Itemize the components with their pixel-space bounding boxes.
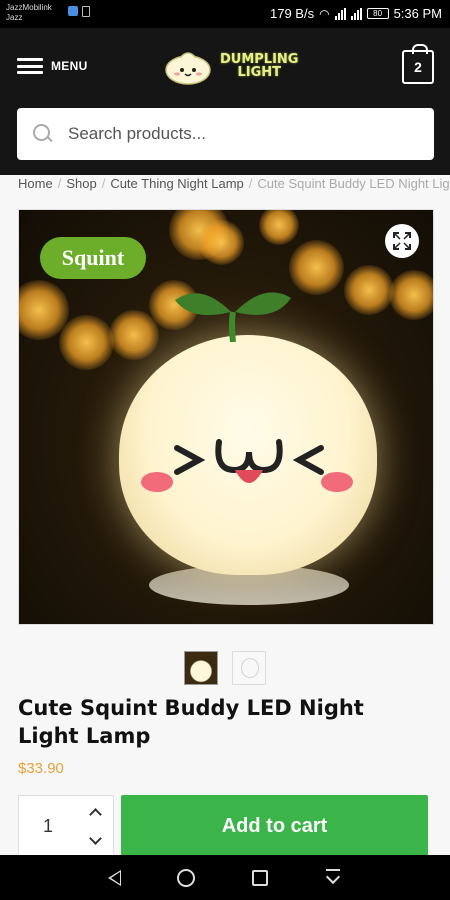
cart-button[interactable]: 2	[402, 44, 434, 84]
wifi-icon: ◠	[319, 6, 330, 21]
back-icon[interactable]	[108, 869, 122, 886]
logo-text: DUMPLING LIGHT	[220, 53, 298, 79]
thumbnail-1[interactable]	[184, 651, 218, 685]
notification-pull-icon[interactable]	[324, 868, 342, 887]
quantity-down-icon[interactable]	[88, 831, 102, 845]
notification-icons	[68, 6, 90, 17]
bokeh-light	[389, 270, 433, 320]
carrier-name: JazzMobilink	[6, 3, 52, 12]
bokeh-light	[199, 220, 244, 265]
product-badge: Squint	[40, 237, 146, 279]
bokeh-light	[259, 210, 299, 245]
quantity-input[interactable]	[19, 796, 77, 856]
zoom-button[interactable]	[385, 224, 419, 258]
site-header: MENU DUMPLING LIGHT 2	[0, 28, 450, 175]
expand-icon	[393, 232, 411, 250]
menu-button[interactable]: MENU	[17, 58, 88, 74]
add-to-cart-button[interactable]: Add to cart	[121, 795, 428, 857]
carrier-info: JazzMobilink Jazz	[6, 3, 52, 23]
quantity-stepper	[18, 795, 114, 857]
usb-icon	[82, 6, 90, 17]
lamp-face	[141, 439, 353, 492]
bokeh-light	[289, 240, 344, 295]
clock: 5:36 PM	[393, 6, 442, 21]
dumpling-logo-icon	[165, 52, 211, 85]
menu-label: MENU	[51, 59, 88, 73]
product-price: $33.90	[18, 760, 64, 777]
product-title: Cute Squint Buddy LED Night Light Lamp	[18, 696, 364, 748]
search-bar	[17, 108, 434, 160]
carrier-sub: Jazz	[6, 13, 23, 22]
product-thumbnails	[0, 651, 450, 685]
breadcrumb-separator: /	[101, 176, 106, 191]
status-bar: JazzMobilink Jazz 179 B/s ◠ 80 5:36 PM	[0, 0, 450, 28]
breadcrumb-shop[interactable]: Shop	[66, 176, 96, 191]
network-speed: 179 B/s	[270, 6, 315, 21]
recent-apps-icon[interactable]	[251, 869, 268, 886]
product-image[interactable]: Squint	[18, 209, 434, 625]
search-input[interactable]	[68, 124, 388, 144]
breadcrumb: Home / Shop / Cute Thing Night Lamp / Cute Squ…	[18, 175, 450, 193]
status-right: 179 B/s ◠ 80 5:36 PM	[270, 6, 442, 21]
thumbnail-2[interactable]	[232, 651, 266, 685]
search-icon[interactable]	[32, 123, 54, 145]
breadcrumb-current: Cute Squint Buddy LED Night Light Lamp	[257, 176, 450, 191]
cart-count: 2	[414, 59, 422, 75]
breadcrumb-separator: /	[248, 176, 253, 191]
bokeh-light	[344, 265, 394, 315]
hamburger-icon	[17, 58, 43, 74]
breadcrumb-category[interactable]: Cute Thing Night Lamp	[110, 176, 243, 191]
site-logo[interactable]: DUMPLING LIGHT	[160, 46, 298, 86]
app-notification-icon	[68, 6, 78, 16]
home-icon[interactable]	[177, 868, 196, 887]
bokeh-light	[59, 315, 114, 370]
logo-line-2: LIGHT	[237, 65, 282, 80]
breadcrumb-separator: /	[57, 176, 62, 191]
breadcrumb-home[interactable]: Home	[18, 176, 53, 191]
signal-icon	[334, 7, 346, 20]
system-nav-bar	[0, 855, 450, 900]
signal-icon-2	[350, 7, 362, 20]
quantity-up-icon[interactable]	[88, 807, 102, 821]
battery-icon: 80	[366, 8, 389, 19]
sprout-icon	[175, 292, 291, 342]
quantity-arrows	[77, 796, 113, 856]
